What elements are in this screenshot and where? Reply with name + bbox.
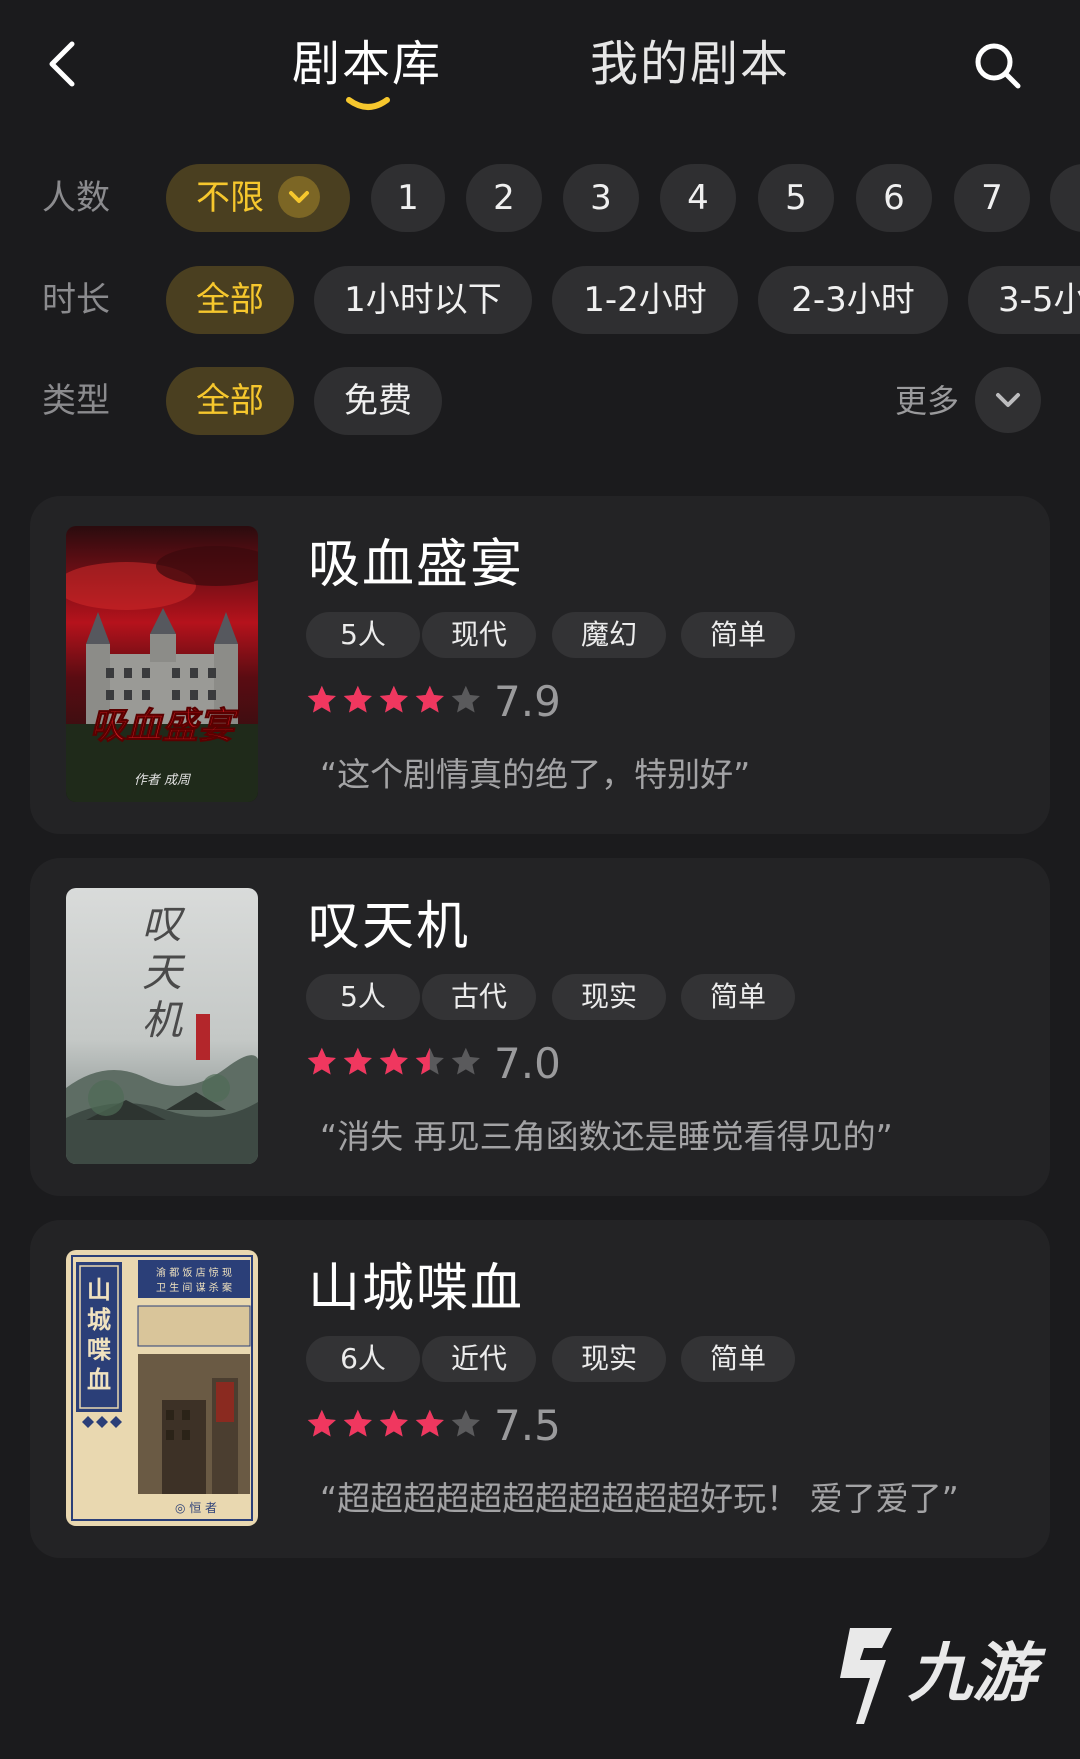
- script-cover-image[interactable]: 叹 天 机: [66, 888, 258, 1164]
- svg-text:渝 都 饭 店 惊 现: 渝 都 饭 店 惊 现: [156, 1266, 232, 1279]
- more-filters-button[interactable]: [975, 367, 1041, 433]
- svg-text:血: 血: [87, 1365, 111, 1394]
- svg-text:◎ 恒 者: ◎ 恒 者: [175, 1501, 217, 1515]
- tag-difficulty: 简单: [681, 1336, 795, 1382]
- rating-stars: [306, 684, 486, 720]
- chip-duration-2-3h[interactable]: 2-3小时: [758, 266, 948, 334]
- review-quote: “超超超超超超超超超超超好玩！ 爱了爱了”: [320, 1479, 959, 1518]
- tag-genre: 现实: [552, 974, 666, 1020]
- chip-duration-3-5h[interactable]: 3-5小: [968, 266, 1080, 334]
- tag-players: 5人: [306, 974, 420, 1020]
- star-icon: [415, 685, 444, 713]
- script-title: 吸血盛宴: [308, 535, 525, 595]
- chip-players-4[interactable]: 4: [660, 164, 736, 232]
- star-icon: [343, 1409, 372, 1437]
- star-icon: [451, 685, 480, 713]
- script-cover-image[interactable]: 山 城 喋 血 渝 都 饭 店 惊 现 卫 生 间 谋 杀 案 ◎ 恒 者: [66, 1250, 258, 1526]
- chip-label: 不限: [196, 178, 264, 218]
- svg-text:山: 山: [87, 1275, 111, 1304]
- filter-row-players: 人数 不限 1 2 3 4 5 6 7: [0, 164, 1080, 232]
- chevron-down-icon: [278, 175, 320, 218]
- svg-text:天: 天: [142, 950, 186, 996]
- tag-era: 现代: [422, 612, 536, 658]
- chip-players-6[interactable]: 6: [856, 164, 932, 232]
- script-card[interactable]: 山 城 喋 血 渝 都 饭 店 惊 现 卫 生 间 谋 杀 案 ◎ 恒 者 山城…: [30, 1220, 1050, 1558]
- chip-players-5[interactable]: 5: [758, 164, 834, 232]
- tag-difficulty: 简单: [681, 612, 795, 658]
- nine-game-logo-icon: [840, 1628, 892, 1724]
- chip-players-any[interactable]: 不限: [166, 164, 350, 232]
- star-icon: [307, 685, 336, 713]
- script-cover-image[interactable]: 吸血盛宴 作者 成周: [66, 526, 258, 802]
- svg-text:吸血盛宴: 吸血盛宴: [90, 705, 240, 747]
- back-button[interactable]: [42, 36, 86, 92]
- star-icon: [343, 1047, 372, 1075]
- search-icon: [975, 43, 1021, 89]
- search-button[interactable]: [970, 38, 1026, 94]
- filter-row-type: 类型 全部 免费 更多: [0, 367, 1080, 435]
- review-quote: “消失 再见三角函数还是睡觉看得见的”: [320, 1117, 893, 1156]
- star-icon: [379, 685, 408, 713]
- svg-text:机: 机: [142, 998, 184, 1044]
- rating-score: 7.9: [494, 677, 561, 726]
- tag-difficulty: 简单: [681, 974, 795, 1020]
- top-bar: 剧本库 我的剧本: [0, 0, 1080, 130]
- star-icon: [415, 1047, 444, 1075]
- chip-duration-all[interactable]: 全部: [166, 266, 294, 334]
- filter-label-type: 类型: [42, 381, 110, 421]
- chip-duration-1-2h[interactable]: 1-2小时: [552, 266, 738, 334]
- tag-era: 近代: [422, 1336, 536, 1382]
- chevron-down-icon: [996, 393, 1020, 407]
- rating-stars: [306, 1408, 486, 1444]
- active-tab-indicator: [346, 97, 390, 110]
- star-icon: [379, 1047, 408, 1075]
- svg-text:喋: 喋: [87, 1335, 112, 1364]
- script-title: 山城喋血: [308, 1259, 525, 1319]
- chip-players-overflow[interactable]: [1050, 164, 1080, 232]
- review-quote: “这个剧情真的绝了，特别好”: [320, 755, 751, 794]
- tab-my-scripts[interactable]: 我的剧本: [590, 34, 790, 94]
- chip-duration-under-1h[interactable]: 1小时以下: [314, 266, 532, 334]
- star-icon: [415, 1409, 444, 1437]
- chip-players-3[interactable]: 3: [563, 164, 639, 232]
- script-card[interactable]: 叹 天 机 叹天机 5人 古代 现实 简单 7.0 “消失 再见三角函数还是睡觉…: [30, 858, 1050, 1196]
- filter-label-duration: 时长: [42, 280, 110, 320]
- chip-players-7[interactable]: 7: [954, 164, 1030, 232]
- tag-era: 古代: [422, 974, 536, 1020]
- star-icon: [343, 685, 372, 713]
- script-card[interactable]: 吸血盛宴 作者 成周 吸血盛宴 5人 现代 魔幻 简单 7.9 “这个剧情真的绝…: [30, 496, 1050, 834]
- star-icon: [307, 1409, 336, 1437]
- tag-players: 6人: [306, 1336, 420, 1382]
- chevron-left-icon: [49, 41, 75, 87]
- chip-players-2[interactable]: 2: [466, 164, 542, 232]
- svg-text:城: 城: [87, 1305, 111, 1334]
- star-icon: [451, 1409, 480, 1437]
- chip-type-all[interactable]: 全部: [166, 367, 294, 435]
- rating-stars: [306, 1046, 486, 1082]
- star-icon: [451, 1047, 480, 1075]
- tag-genre: 现实: [552, 1336, 666, 1382]
- tag-genre: 魔幻: [552, 612, 666, 658]
- tag-players: 5人: [306, 612, 420, 658]
- chip-type-free[interactable]: 免费: [314, 367, 442, 435]
- star-icon: [307, 1047, 336, 1075]
- star-icon: [379, 1409, 408, 1437]
- tab-script-library[interactable]: 剧本库: [292, 34, 442, 94]
- svg-text:卫 生 间 谋 杀 案: 卫 生 间 谋 杀 案: [156, 1281, 232, 1294]
- filter-row-duration: 时长 全部 1小时以下 1-2小时 2-3小时 3-5小: [0, 266, 1080, 334]
- rating-score: 7.0: [494, 1039, 561, 1088]
- svg-text:叹: 叹: [142, 902, 186, 948]
- filter-label-players: 人数: [42, 178, 110, 218]
- more-filters-label[interactable]: 更多: [895, 376, 959, 426]
- script-title: 叹天机: [308, 897, 471, 957]
- rating-score: 7.5: [494, 1401, 561, 1450]
- chip-players-1[interactable]: 1: [371, 164, 445, 232]
- watermark-text: 九游: [908, 1637, 1036, 1711]
- svg-text:作者 成周: 作者 成周: [134, 773, 192, 788]
- watermark-logo: 九游: [820, 1620, 1040, 1730]
